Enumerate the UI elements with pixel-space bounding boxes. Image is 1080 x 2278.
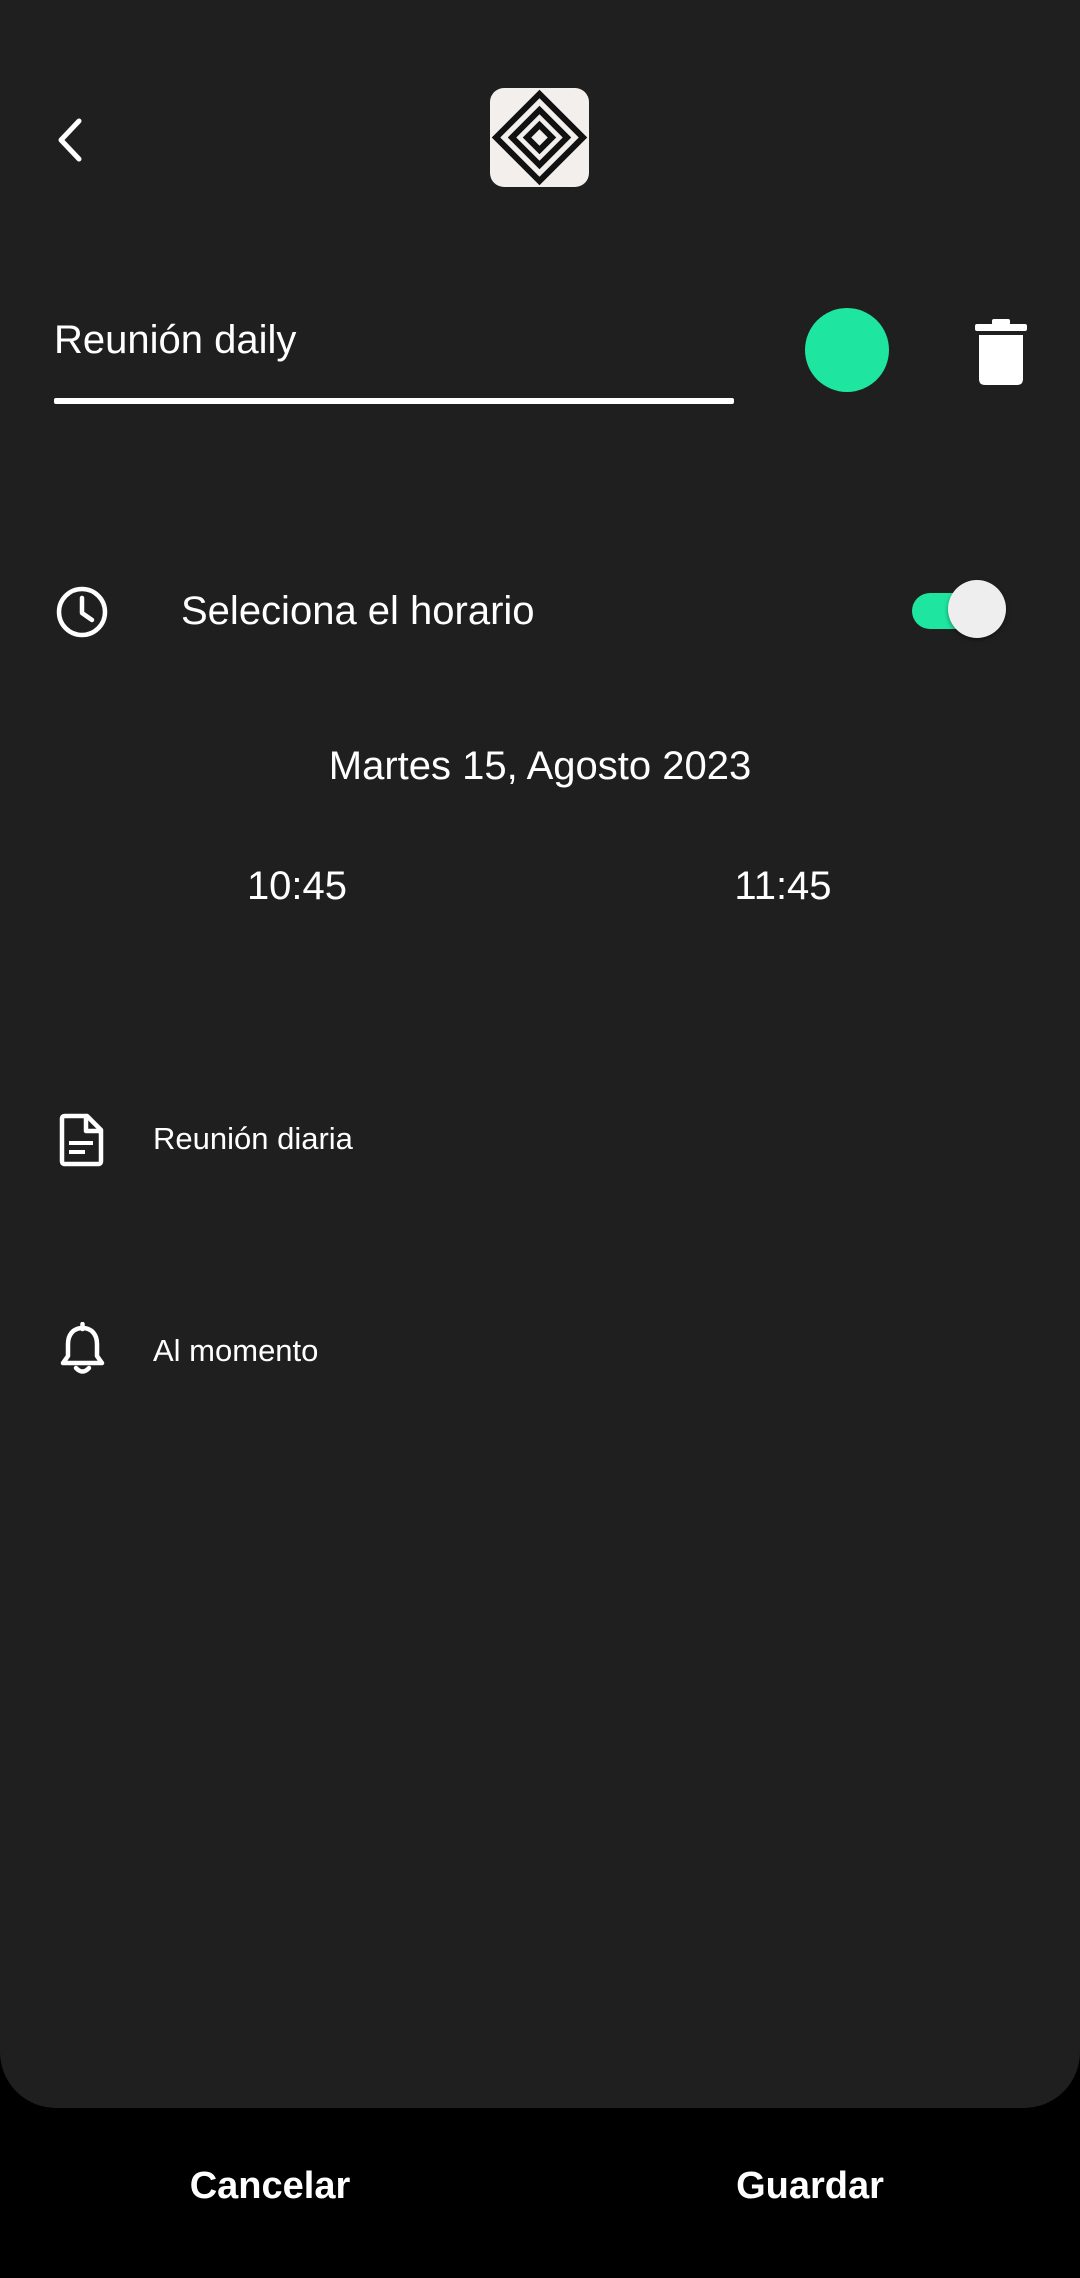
concentric-diamonds-logo-icon [491,89,588,186]
chevron-left-icon [58,118,82,162]
clock-icon [56,586,108,638]
description-text[interactable]: Reunión diaria [153,1118,353,1160]
event-editor-screen: Seleciona el horario Martes 15, Agosto 2… [0,0,1080,2278]
end-time[interactable]: 11:45 [683,858,883,914]
editor-card: Seleciona el horario Martes 15, Agosto 2… [0,0,1080,2108]
title-underline [54,398,734,404]
event-color-picker[interactable] [805,308,889,392]
schedule-label: Seleciona el horario [181,589,535,633]
back-button[interactable] [40,100,100,180]
document-icon [59,1113,104,1167]
start-time[interactable]: 10:45 [197,858,397,914]
app-logo [490,88,589,187]
schedule-toggle[interactable] [912,580,1006,640]
toggle-thumb [948,580,1006,638]
event-date[interactable]: Martes 15, Agosto 2023 [0,738,1080,794]
bell-icon [60,1322,105,1374]
save-button[interactable]: Guardar [680,2150,940,2220]
delete-button[interactable] [966,312,1036,392]
cancel-button[interactable]: Cancelar [140,2150,400,2220]
trash-icon [975,319,1027,385]
event-title-input[interactable] [54,305,734,375]
notification-text[interactable]: Al momento [153,1330,318,1372]
